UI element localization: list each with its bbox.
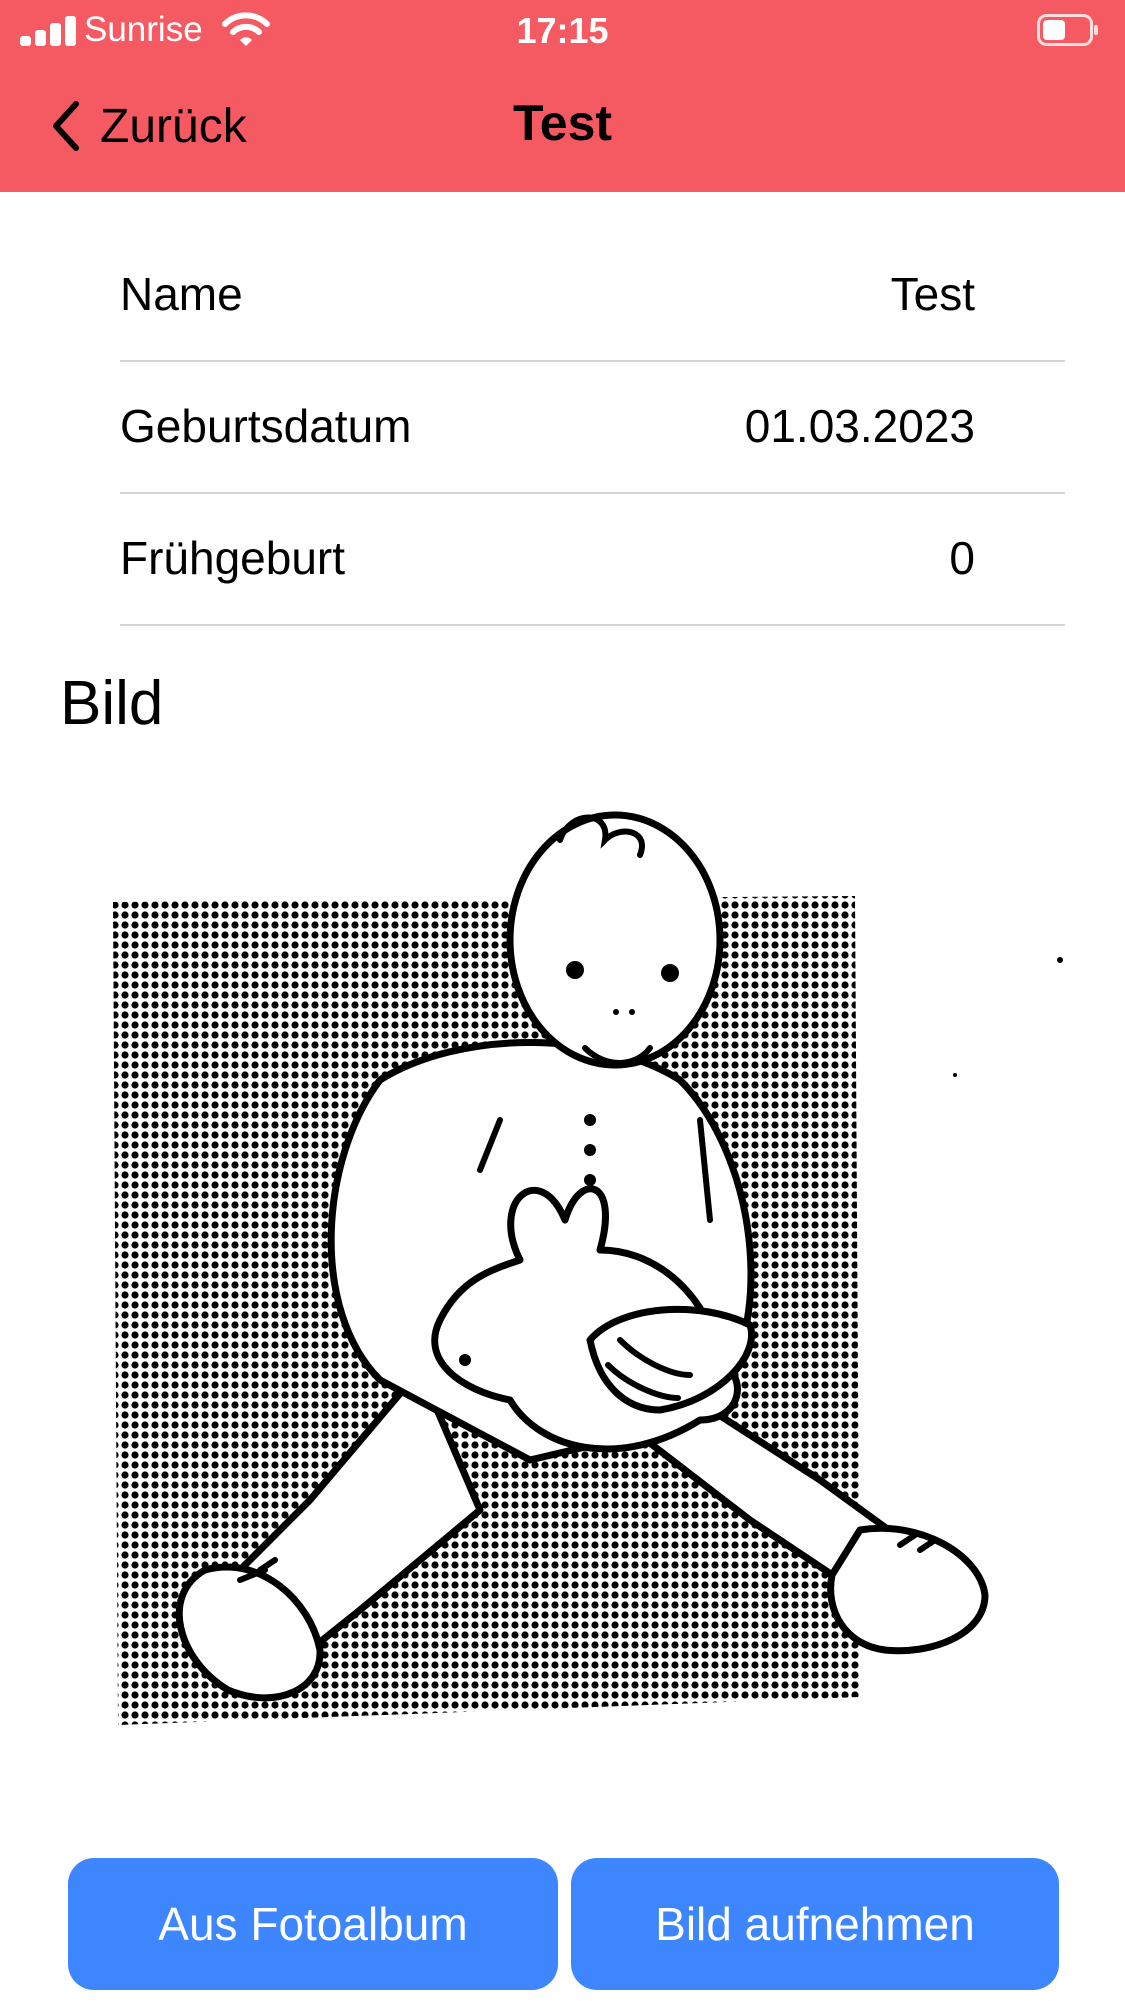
- section-title: Bild: [60, 669, 164, 738]
- info-row-value: Test: [890, 268, 975, 320]
- info-row-value: 0: [949, 532, 975, 584]
- status-time: 17:15: [516, 10, 609, 51]
- navigation-bar: Zurück Test: [0, 62, 1125, 192]
- info-row-value: 01.03.2023: [744, 400, 975, 452]
- page-title: Test: [512, 95, 613, 151]
- info-row-birthdate: Geburtsdatum 01.03.2023: [120, 360, 1065, 494]
- info-row-label: Frühgeburt: [120, 532, 346, 584]
- info-row-name: Name Test: [120, 228, 1065, 362]
- battery-icon: [1037, 14, 1098, 46]
- take-photo-button[interactable]: Bild aufnehmen: [571, 1858, 1059, 1990]
- photo-album-button[interactable]: Aus Fotoalbum: [68, 1858, 558, 1990]
- info-row-label: Name: [120, 268, 243, 320]
- info-row-premature: Frühgeburt 0: [120, 492, 1065, 626]
- info-row-label: Geburtsdatum: [120, 400, 412, 452]
- baby-rabbit-picture: [113, 811, 1063, 1725]
- header-bar: Sunrise 17:15 Zurück Test: [0, 0, 1125, 192]
- status-bar: Sunrise 17:15: [0, 0, 1125, 62]
